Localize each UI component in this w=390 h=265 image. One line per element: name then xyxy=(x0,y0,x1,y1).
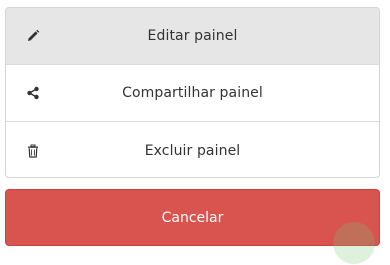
share-panel-option[interactable]: Compartilhar painel xyxy=(6,65,379,122)
delete-panel-label: Excluir painel xyxy=(144,142,241,159)
edit-panel-option[interactable]: Editar painel xyxy=(6,8,379,65)
action-sheet: Editar painel Compartilhar painel Exclui… xyxy=(5,7,380,178)
cancel-button[interactable]: Cancelar xyxy=(5,189,380,246)
share-panel-label: Compartilhar painel xyxy=(122,85,263,101)
edit-panel-label: Editar painel xyxy=(147,28,238,44)
floating-action-button xyxy=(333,222,375,264)
cancel-button-label: Cancelar xyxy=(161,209,224,226)
delete-panel-option[interactable]: Excluir painel xyxy=(6,122,379,177)
